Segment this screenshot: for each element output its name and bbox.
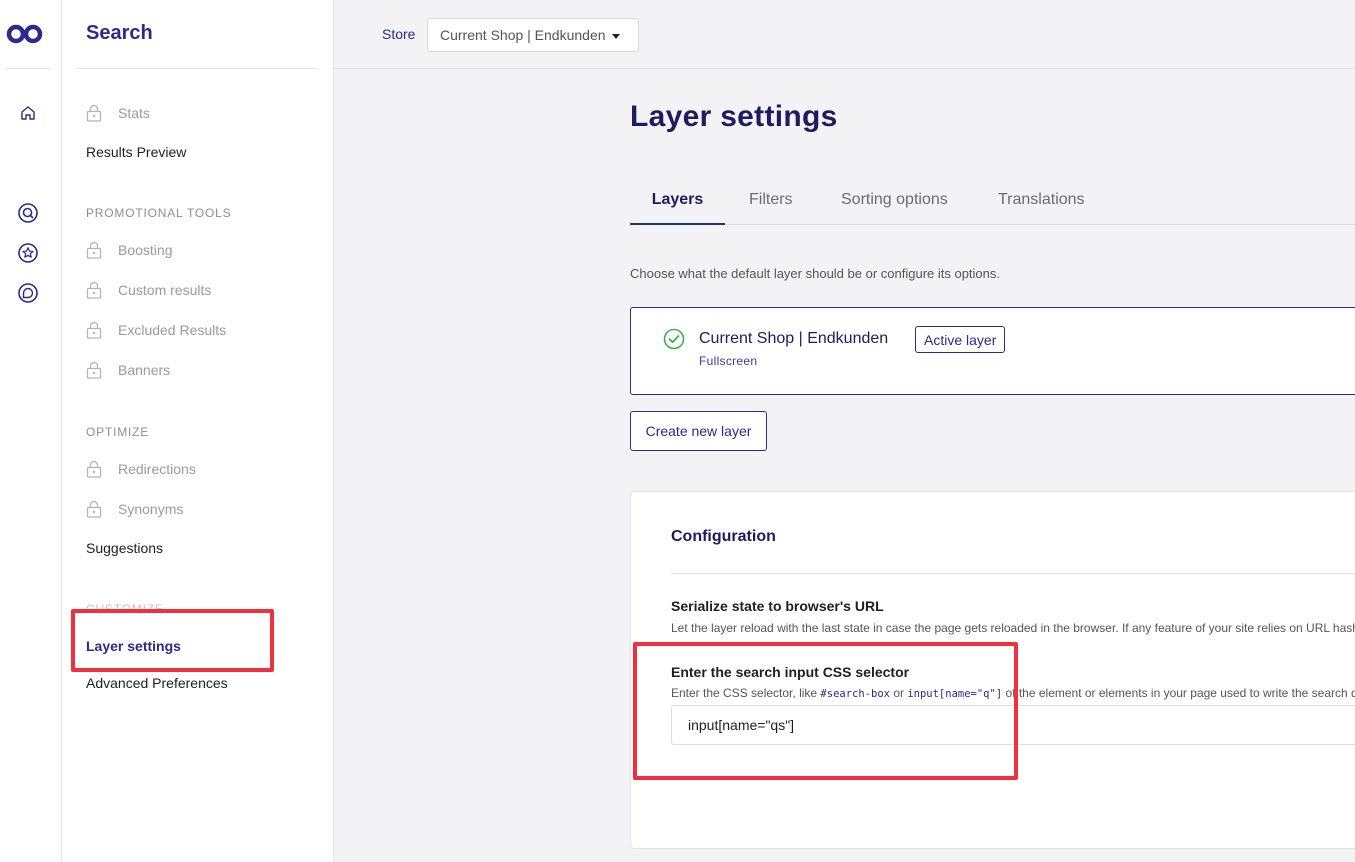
sidebar-item-banners[interactable]: Banners (86, 358, 170, 382)
sidebar-item-label: Advanced Preferences (86, 675, 228, 691)
css-selector-help: Enter the CSS selector, like #search-box… (671, 686, 1355, 700)
lock-icon (86, 460, 102, 478)
sidebar-item-redirections[interactable]: Redirections (86, 457, 196, 481)
sidebar-item-label: Custom results (118, 282, 212, 298)
sidebar-item-label: Banners (118, 362, 171, 378)
lock-icon (86, 361, 102, 379)
layers-intro: Choose what the default layer should be … (630, 266, 1001, 281)
store-select-value: Current Shop | Endkunden (440, 27, 606, 43)
create-new-layer-button[interactable]: Create new layer (630, 411, 767, 451)
sidebar-item-label: Excluded Results (118, 322, 227, 338)
serialize-state-title: Serialize state to browser's URL (671, 598, 884, 614)
sidebar-item-suggestions[interactable]: Suggestions (86, 536, 163, 560)
css-selector-help-or: or (893, 686, 904, 700)
layer-card[interactable]: Current Shop | Endkunden Fullscreen Acti… (630, 307, 1355, 395)
section-customize: CUSTOMIZE (86, 602, 164, 616)
tab-sorting-options[interactable]: Sorting options (841, 185, 948, 225)
caret-down-icon (612, 34, 620, 39)
sidebar-item-stats[interactable]: Stats (86, 101, 150, 125)
configuration-title: Configuration (671, 528, 776, 545)
sidebar-item-results-preview[interactable]: Results Preview (86, 140, 186, 164)
search-sidebar: Search Stats Results Preview PROMOTIONAL… (62, 0, 334, 862)
lock-icon (86, 281, 102, 299)
sidebar-item-layer-settings[interactable]: Layer settings (86, 634, 181, 658)
rail-divider (6, 68, 50, 69)
home-icon[interactable] (14, 99, 42, 127)
css-selector-example-1: #search-box (820, 688, 890, 700)
store-label: Store (382, 26, 416, 42)
tab-filters[interactable]: Filters (749, 185, 793, 225)
sidebar-item-boosting[interactable]: Boosting (86, 238, 172, 262)
sidebar-item-custom-results[interactable]: Custom results (86, 278, 211, 302)
star-icon[interactable] (14, 239, 42, 267)
sidebar-item-label: Stats (118, 105, 150, 121)
css-selector-input[interactable] (671, 705, 1355, 745)
tab-layers[interactable]: Layers (630, 185, 725, 225)
tab-translations[interactable]: Translations (998, 185, 1085, 225)
active-layer-badge: Active layer (915, 326, 1006, 353)
serialize-state-help: Let the layer reload with the last state… (671, 621, 1355, 635)
css-selector-example-2: input[name="q"] (907, 688, 1003, 700)
store-select[interactable]: Current Shop | Endkunden (427, 18, 639, 52)
check-circle-icon (663, 328, 685, 355)
top-bar: Store Current Shop | Endkunden (334, 0, 1355, 69)
sidebar-title: Search (86, 22, 153, 44)
lock-icon (86, 500, 102, 518)
search-icon[interactable] (14, 199, 42, 227)
page-title: Layer settings (630, 100, 838, 133)
sidebar-item-label: Results Preview (86, 144, 187, 160)
css-selector-title: Enter the search input CSS selector (671, 664, 910, 680)
sidebar-item-label: Suggestions (86, 540, 164, 556)
chat-icon[interactable] (14, 279, 42, 307)
layer-type: Fullscreen (699, 354, 758, 368)
tab-bar: Layers Filters Sorting options Translati… (630, 185, 1355, 225)
lock-icon (86, 321, 102, 339)
section-optimize: OPTIMIZE (86, 425, 150, 439)
section-promotional-tools: PROMOTIONAL TOOLS (86, 206, 232, 220)
sidebar-item-label: Synonyms (118, 501, 184, 517)
lock-icon (86, 241, 102, 259)
sidebar-item-excluded-results[interactable]: Excluded Results (86, 318, 226, 342)
lock-icon (86, 104, 102, 122)
css-selector-help-suffix: of the element or elements in your page … (1005, 686, 1355, 700)
layer-name: Current Shop | Endkunden (699, 330, 889, 347)
sidebar-item-label: Redirections (118, 461, 196, 477)
sidebar-item-synonyms[interactable]: Synonyms (86, 497, 183, 521)
css-selector-help-prefix: Enter the CSS selector, like (671, 686, 818, 700)
sidebar-item-advanced-preferences[interactable]: Advanced Preferences (86, 671, 228, 695)
configuration-divider (671, 573, 1355, 574)
sidebar-divider (77, 68, 317, 69)
sidebar-item-label: Boosting (118, 242, 173, 258)
sidebar-item-label: Layer settings (86, 638, 181, 654)
logo-icon[interactable] (6, 22, 44, 51)
configuration-card: Configuration Serialize state to browser… (630, 491, 1355, 849)
app-rail (0, 0, 62, 862)
